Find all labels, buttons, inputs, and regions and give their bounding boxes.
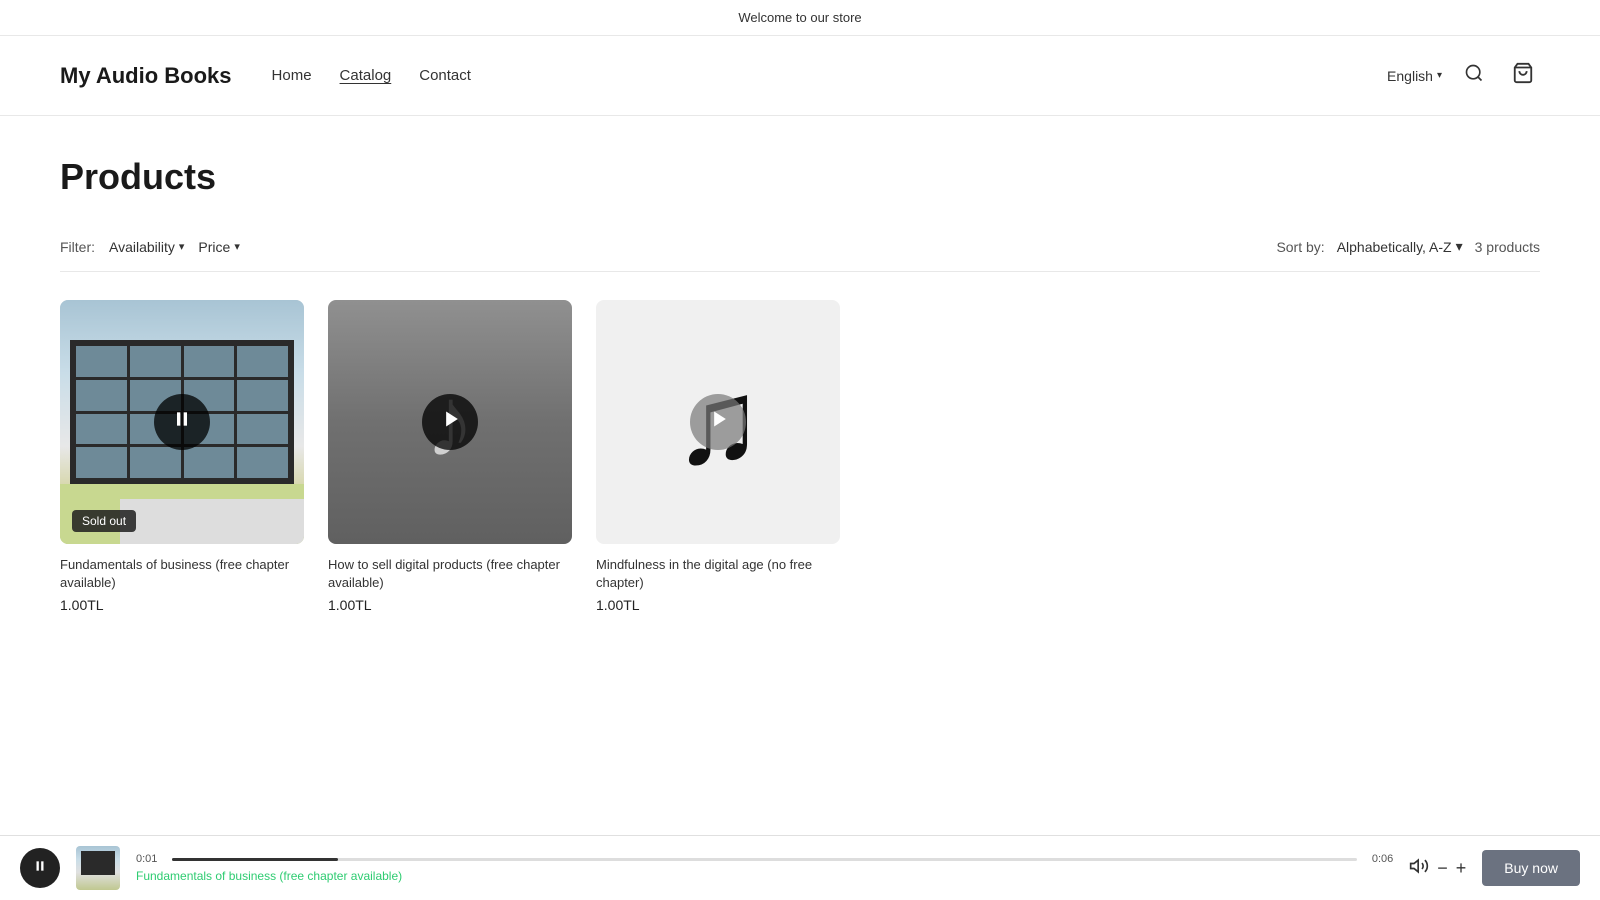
play-icon-3 bbox=[710, 409, 730, 435]
player-time-start: 0:01 bbox=[136, 853, 164, 865]
cart-icon bbox=[1512, 62, 1534, 90]
price-filter[interactable]: Price ▾ bbox=[198, 239, 239, 255]
filter-label: Filter: bbox=[60, 239, 95, 255]
product-price-3: 1.00TL bbox=[596, 597, 840, 613]
volume-up-button[interactable]: + bbox=[1456, 858, 1467, 879]
product-card-3[interactable]: ♫ Mindfulness in the digital age (no fre… bbox=[596, 300, 840, 613]
language-selector[interactable]: English ▾ bbox=[1387, 68, 1442, 84]
banner-text: Welcome to our store bbox=[738, 10, 861, 25]
availability-filter[interactable]: Availability ▾ bbox=[109, 239, 184, 255]
player-time-end: 0:06 bbox=[1365, 853, 1393, 865]
header-right: English ▾ bbox=[1387, 56, 1540, 96]
availability-chevron-icon: ▾ bbox=[179, 240, 185, 253]
play-icon bbox=[442, 409, 462, 435]
products-grid: Sold out Fundamentals of business (free … bbox=[60, 300, 1540, 613]
site-title[interactable]: My Audio Books bbox=[60, 63, 232, 89]
player-pause-button[interactable] bbox=[20, 848, 60, 888]
play-overlay-3[interactable] bbox=[690, 394, 746, 450]
player-thumb-building-shape bbox=[81, 851, 115, 875]
product-card-2[interactable]: ♪ How to sell digital products (free cha… bbox=[328, 300, 572, 613]
product-name-1: Fundamentals of business (free chapter a… bbox=[60, 556, 304, 592]
pause-icon bbox=[172, 409, 192, 435]
nav-catalog[interactable]: Catalog bbox=[340, 67, 392, 84]
product-card-1[interactable]: Sold out Fundamentals of business (free … bbox=[60, 300, 304, 613]
product-image-3[interactable]: ♫ bbox=[596, 300, 840, 544]
availability-label: Availability bbox=[109, 239, 175, 255]
sort-chevron-icon: ▾ bbox=[1456, 238, 1463, 255]
product-price-2: 1.00TL bbox=[328, 597, 572, 613]
product-price-1: 1.00TL bbox=[60, 597, 304, 613]
player-progress-bar[interactable] bbox=[172, 858, 1357, 861]
volume-button[interactable] bbox=[1409, 856, 1429, 881]
language-label: English bbox=[1387, 68, 1433, 84]
sort-button[interactable]: Alphabetically, A-Z ▾ bbox=[1337, 238, 1463, 255]
player-progress-fill bbox=[172, 858, 338, 861]
volume-icon bbox=[1409, 860, 1429, 880]
product-image-2[interactable]: ♪ bbox=[328, 300, 572, 544]
sort-label: Sort by: bbox=[1276, 239, 1324, 255]
search-icon bbox=[1464, 63, 1484, 89]
buy-now-button[interactable]: Buy now bbox=[1482, 850, 1580, 886]
sort-right: Sort by: Alphabetically, A-Z ▾ 3 product… bbox=[1276, 238, 1540, 255]
nav-contact[interactable]: Contact bbox=[419, 67, 471, 84]
player-pause-icon bbox=[33, 859, 47, 878]
pause-overlay-1[interactable] bbox=[154, 394, 210, 450]
main-nav: Home Catalog Contact bbox=[272, 67, 471, 84]
player-track: 0:01 0:06 Fundamentals of business (free… bbox=[136, 853, 1393, 883]
price-chevron-icon: ▾ bbox=[234, 240, 240, 253]
language-chevron-icon: ▾ bbox=[1437, 70, 1442, 81]
cart-button[interactable] bbox=[1506, 56, 1540, 96]
player-controls-right: − + bbox=[1409, 856, 1466, 881]
filter-left: Filter: Availability ▾ Price ▾ bbox=[60, 239, 240, 255]
product-name-2: How to sell digital products (free chapt… bbox=[328, 556, 572, 592]
audio-player: 0:01 0:06 Fundamentals of business (free… bbox=[0, 835, 1600, 900]
player-title: Fundamentals of business (free chapter a… bbox=[136, 869, 1393, 883]
volume-down-button[interactable]: − bbox=[1437, 858, 1448, 879]
filter-bar: Filter: Availability ▾ Price ▾ Sort by: … bbox=[60, 238, 1540, 272]
play-overlay-2[interactable] bbox=[422, 394, 478, 450]
price-label: Price bbox=[198, 239, 230, 255]
main-content: Products Filter: Availability ▾ Price ▾ … bbox=[0, 116, 1600, 693]
header: My Audio Books Home Catalog Contact Engl… bbox=[0, 36, 1600, 116]
sort-value: Alphabetically, A-Z bbox=[1337, 239, 1452, 255]
product-count: 3 products bbox=[1475, 239, 1540, 255]
top-banner: Welcome to our store bbox=[0, 0, 1600, 36]
player-thumb-image bbox=[76, 846, 120, 890]
player-progress-row: 0:01 0:06 bbox=[136, 853, 1393, 865]
product-name-3: Mindfulness in the digital age (no free … bbox=[596, 556, 840, 592]
player-thumbnail bbox=[76, 846, 120, 890]
page-title: Products bbox=[60, 156, 1540, 198]
search-button[interactable] bbox=[1458, 57, 1490, 95]
header-left: My Audio Books Home Catalog Contact bbox=[60, 63, 471, 89]
nav-home[interactable]: Home bbox=[272, 67, 312, 84]
sold-out-badge: Sold out bbox=[72, 510, 136, 532]
ground-path bbox=[120, 499, 304, 544]
product-image-1[interactable]: Sold out bbox=[60, 300, 304, 544]
